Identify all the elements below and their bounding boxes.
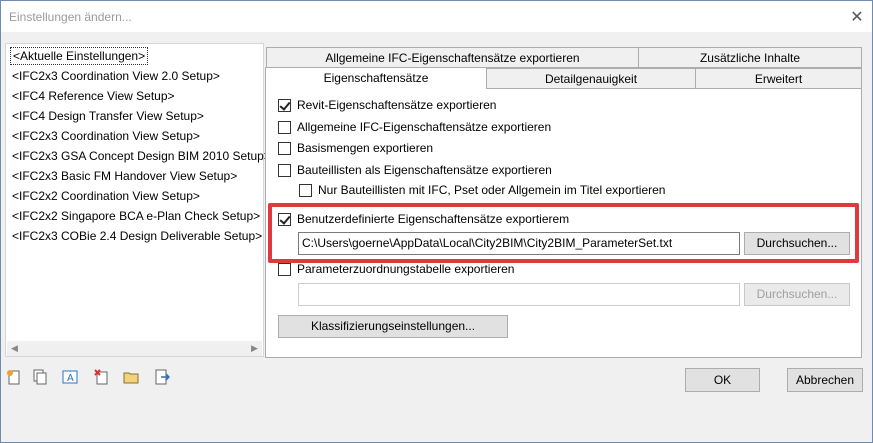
schedules-filter-label: Nur Bauteillisten mit IFC, Pset oder All…	[318, 183, 666, 197]
param-mapping-option[interactable]: Parameterzuordnungstabelle exportieren	[278, 261, 514, 277]
setup-item[interactable]: <IFC2x2 Singapore BCA e-Plan Check Setup…	[10, 207, 262, 225]
delete-setup-icon[interactable]	[94, 369, 110, 385]
import-setup-icon[interactable]	[123, 369, 139, 385]
setup-item[interactable]: <IFC2x3 Basic FM Handover View Setup>	[10, 167, 239, 185]
settings-dialog: Einstellungen ändern... ✕ <Aktuelle Eins…	[0, 0, 873, 443]
base-quantities-label: Basismengen exportieren	[297, 141, 434, 155]
duplicate-setup-icon[interactable]	[32, 369, 48, 385]
tab-additional-content[interactable]: Zusätzliche Inhalte	[638, 47, 862, 68]
setup-item[interactable]: <IFC4 Reference View Setup>	[10, 87, 177, 105]
setup-item[interactable]: <IFC2x2 Coordination View Setup>	[10, 187, 202, 205]
revit-psets-option[interactable]: Revit-Eigenschaftensätze exportieren	[278, 97, 496, 113]
window-title: Einstellungen ändern...	[9, 10, 132, 24]
export-setup-icon[interactable]	[154, 369, 170, 385]
tab-advanced[interactable]: Erweitert	[695, 68, 862, 89]
schedules-as-psets-label: Bauteillisten als Eigenschaftensätze exp…	[297, 163, 552, 177]
schedules-filter-checkbox[interactable]	[299, 183, 312, 197]
setup-item[interactable]: <IFC4 Design Transfer View Setup>	[10, 107, 206, 125]
schedules-filter-option[interactable]: Nur Bauteillisten mit IFC, Pset oder All…	[299, 182, 665, 198]
setup-item[interactable]: <IFC2x3 COBie 2.4 Design Deliverable Set…	[10, 227, 264, 245]
setup-item[interactable]: <IFC2x3 Coordination View 2.0 Setup>	[10, 67, 222, 85]
user-psets-label: Benutzerdefinierte Eigenschaftensätze ex…	[297, 212, 570, 226]
horizontal-scrollbar[interactable]: ◀ ▶	[7, 341, 262, 356]
base-quantities-option[interactable]: Basismengen exportieren	[278, 140, 433, 156]
new-setup-icon[interactable]	[6, 369, 22, 385]
setup-item[interactable]: <Aktuelle Einstellungen>	[10, 47, 149, 65]
ifc-common-psets-label: Allgemeine IFC-Eigenschaftensätze export…	[297, 120, 552, 134]
tab-general-ifc-psets[interactable]: Allgemeine IFC-Eigenschaftensätze export…	[266, 47, 639, 68]
setup-item[interactable]: <IFC2x3 GSA Concept Design BIM 2010 Setu…	[10, 147, 273, 165]
schedules-as-psets-option[interactable]: Bauteillisten als Eigenschaftensätze exp…	[278, 162, 552, 178]
tab-property-sets[interactable]: Eigenschaftensätze	[265, 67, 487, 89]
base-quantities-checkbox[interactable]	[278, 141, 291, 155]
classification-settings-button[interactable]: Klassifizierungseinstellungen...	[278, 315, 508, 338]
svg-text:A: A	[67, 373, 74, 384]
user-psets-checkbox[interactable]	[278, 212, 291, 226]
param-mapping-path-input[interactable]	[298, 283, 740, 306]
ifc-common-psets-checkbox[interactable]	[278, 120, 291, 134]
scroll-left-icon[interactable]: ◀	[7, 341, 22, 356]
cancel-button[interactable]: Abbrechen	[787, 368, 863, 392]
setup-item[interactable]: <IFC2x3 Coordination View Setup>	[10, 127, 202, 145]
revit-psets-label: Revit-Eigenschaftensätze exportieren	[297, 98, 497, 112]
rename-setup-icon[interactable]: A	[62, 369, 78, 385]
param-mapping-label: Parameterzuordnungstabelle exportieren	[297, 262, 515, 276]
tab-level-of-detail[interactable]: Detailgenauigkeit	[486, 68, 696, 89]
ifc-common-psets-option[interactable]: Allgemeine IFC-Eigenschaftensätze export…	[278, 119, 551, 135]
schedules-as-psets-checkbox[interactable]	[278, 163, 291, 177]
revit-psets-checkbox[interactable]	[278, 98, 291, 112]
scroll-right-icon[interactable]: ▶	[247, 341, 262, 356]
param-mapping-checkbox[interactable]	[278, 262, 291, 276]
title-bar: Einstellungen ändern... ✕	[1, 1, 872, 32]
user-psets-path-input[interactable]: C:\Users\goerne\AppData\Local\City2BIM\C…	[298, 232, 740, 255]
ok-button[interactable]: OK	[685, 368, 760, 392]
browse-button-disabled[interactable]: Durchsuchen...	[744, 283, 850, 306]
close-icon[interactable]: ✕	[847, 7, 867, 27]
user-psets-option[interactable]: Benutzerdefinierte Eigenschaftensätze ex…	[278, 211, 569, 227]
setup-list[interactable]: <Aktuelle Einstellungen> <IFC2x3 Coordin…	[5, 43, 271, 357]
browse-button[interactable]: Durchsuchen...	[744, 232, 850, 255]
